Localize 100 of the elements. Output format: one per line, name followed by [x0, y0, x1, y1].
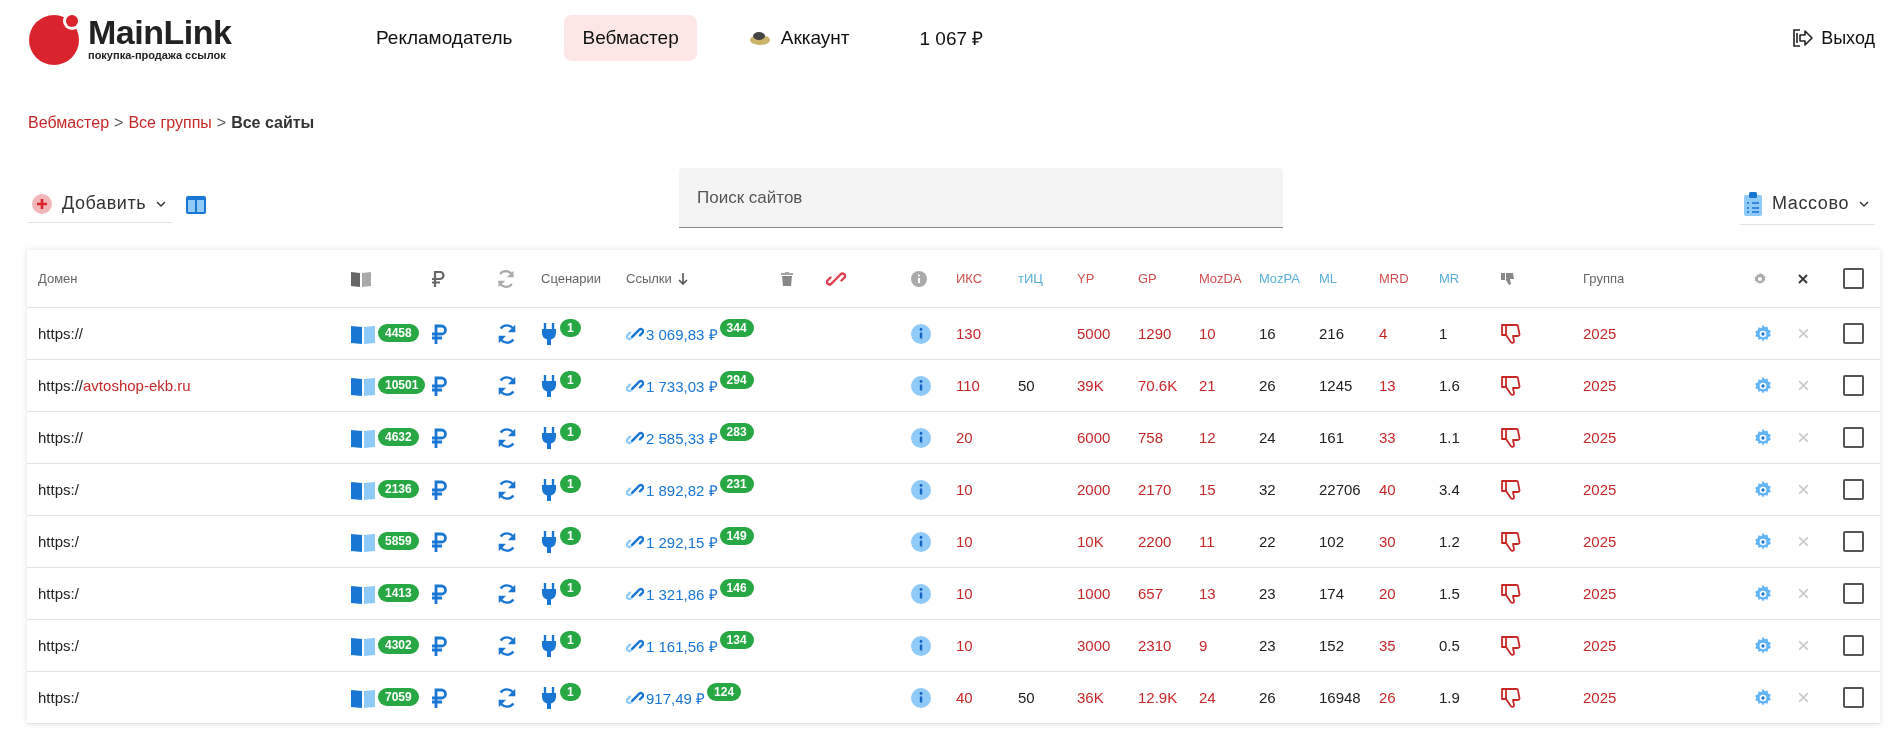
count-badge: 146 — [719, 578, 754, 597]
refresh-icon[interactable] — [496, 530, 518, 553]
group-link[interactable]: 2025 — [1583, 429, 1617, 446]
book-icon[interactable] — [351, 583, 375, 604]
thumbs-down-icon[interactable] — [1501, 582, 1521, 605]
price-link[interactable]: 1 733,03 ₽ — [646, 375, 718, 396]
plug-icon[interactable] — [541, 478, 557, 501]
refresh-icon[interactable] — [496, 478, 518, 501]
book-icon[interactable] — [351, 427, 375, 448]
group-link[interactable]: 2025 — [1583, 325, 1617, 342]
price-link[interactable]: 2 585,33 ₽ — [646, 427, 718, 448]
ruble-icon[interactable] — [431, 375, 447, 396]
checkbox[interactable] — [1843, 479, 1864, 500]
info-icon[interactable] — [911, 583, 931, 604]
checkbox[interactable] — [1843, 427, 1864, 448]
book-icon[interactable] — [351, 531, 375, 552]
sort-header[interactable]: Ссылки — [626, 271, 688, 286]
group-link[interactable]: 2025 — [1583, 533, 1617, 550]
ruble-icon[interactable] — [431, 531, 447, 552]
count-badge: 231 — [719, 474, 754, 493]
info-icon[interactable] — [911, 375, 931, 396]
nav-tab[interactable]: 1 067 ₽ — [901, 13, 1002, 63]
price-link[interactable]: 1 161,56 ₽ — [646, 635, 718, 656]
bulk-button[interactable]: Массово — [1740, 185, 1875, 225]
ruble-icon[interactable] — [431, 427, 447, 448]
info-icon[interactable] — [911, 531, 931, 552]
add-button[interactable]: Добавить — [28, 187, 173, 223]
column-header: тИЦ — [1018, 271, 1043, 286]
group-link[interactable]: 2025 — [1583, 377, 1617, 394]
info-icon[interactable] — [911, 323, 931, 344]
thumbs-down-icon[interactable] — [1501, 530, 1521, 553]
metric-value: 40 — [956, 689, 973, 706]
book-icon[interactable] — [351, 375, 375, 396]
ruble-icon[interactable] — [431, 687, 447, 708]
breadcrumb-separator: > — [216, 114, 227, 133]
checkbox[interactable] — [1843, 687, 1864, 708]
thumbs-down-icon[interactable] — [1501, 634, 1521, 657]
price-link[interactable]: 3 069,83 ₽ — [646, 323, 718, 344]
metric-value: 10 — [1199, 325, 1216, 342]
thumbs-down-icon[interactable] — [1501, 322, 1521, 345]
book-icon[interactable] — [351, 323, 375, 344]
breadcrumb-link[interactable]: Все группы — [128, 114, 212, 144]
ruble-icon[interactable] — [431, 583, 447, 604]
checkbox[interactable] — [1843, 583, 1864, 604]
price-link[interactable]: 1 292,15 ₽ — [646, 531, 718, 552]
plug-icon[interactable] — [541, 582, 557, 605]
thumbs-down-icon[interactable] — [1501, 374, 1521, 397]
ruble-icon[interactable] — [431, 323, 447, 344]
search-field[interactable]: Поиск сайтов — [679, 168, 1283, 228]
metric-value: 24 — [1259, 429, 1276, 446]
checkbox[interactable] — [1843, 323, 1864, 344]
refresh-icon[interactable] — [496, 686, 518, 709]
group-link[interactable]: 2025 — [1583, 637, 1617, 654]
checkbox[interactable] — [1843, 531, 1864, 552]
thumbs-down-icon[interactable] — [1501, 686, 1521, 709]
price-link[interactable]: 917,49 ₽ — [646, 687, 706, 708]
plug-icon[interactable] — [541, 322, 557, 345]
checkbox[interactable] — [1843, 375, 1864, 396]
group-link[interactable]: 2025 — [1583, 481, 1617, 498]
refresh-icon[interactable] — [496, 582, 518, 605]
refresh-icon[interactable] — [496, 426, 518, 449]
metric-value: 10 — [956, 637, 973, 654]
breadcrumb-link[interactable]: Вебмастер — [28, 114, 110, 144]
ruble-icon[interactable] — [431, 635, 447, 656]
plug-icon[interactable] — [541, 530, 557, 553]
info-icon[interactable] — [911, 687, 931, 708]
checkbox[interactable] — [1843, 268, 1864, 289]
info-icon[interactable] — [911, 635, 931, 656]
thumbs-down-icon[interactable] — [1501, 478, 1521, 501]
plug-icon[interactable] — [541, 634, 557, 657]
group-link[interactable]: 2025 — [1583, 585, 1617, 602]
book-icon[interactable] — [351, 687, 375, 708]
plug-icon[interactable] — [541, 374, 557, 397]
nav-tab[interactable]: Рекламодатель — [358, 15, 531, 61]
metric-value: 0.5 — [1439, 637, 1460, 654]
refresh-icon[interactable] — [496, 374, 518, 397]
metric-value: 758 — [1138, 429, 1164, 446]
logout-button[interactable]: Выход — [1791, 27, 1875, 49]
info-icon[interactable] — [911, 427, 931, 448]
book-icon[interactable] — [351, 479, 375, 500]
columns-icon[interactable] — [186, 196, 207, 214]
info-icon[interactable] — [911, 479, 931, 500]
book-icon[interactable] — [351, 635, 375, 656]
metric-value: 26 — [1379, 689, 1396, 706]
nav-tab[interactable]: Вебмастер — [564, 15, 697, 61]
refresh-icon[interactable] — [496, 634, 518, 657]
domain-text: https:/ — [38, 481, 79, 498]
ruble-icon[interactable] — [431, 479, 447, 500]
metric-value: 1290 — [1138, 325, 1172, 342]
refresh-icon[interactable] — [496, 322, 518, 345]
count-badge: 134 — [719, 630, 754, 649]
metric-value: 26 — [1259, 689, 1276, 706]
thumbs-down-icon[interactable] — [1501, 426, 1521, 449]
group-link[interactable]: 2025 — [1583, 689, 1617, 706]
checkbox[interactable] — [1843, 635, 1864, 656]
nav-tab[interactable]: Аккаунт — [730, 15, 868, 61]
price-link[interactable]: 1 321,86 ₽ — [646, 583, 718, 604]
plug-icon[interactable] — [541, 426, 557, 449]
price-link[interactable]: 1 892,82 ₽ — [646, 479, 718, 500]
plug-icon[interactable] — [541, 686, 557, 709]
